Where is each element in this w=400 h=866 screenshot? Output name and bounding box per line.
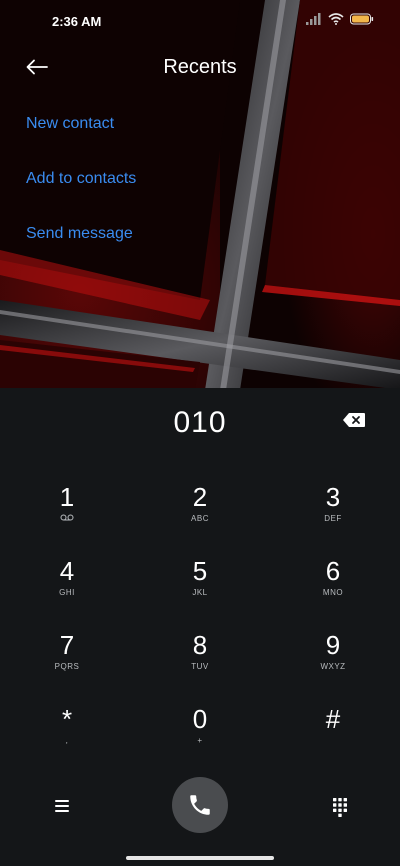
menu-button[interactable]	[50, 794, 74, 818]
key-1[interactable]: 1	[7, 482, 127, 550]
key-9[interactable]: 9 WXYZ	[273, 630, 393, 698]
menu-icon	[55, 800, 69, 812]
key-digit: 8	[192, 630, 208, 660]
key-4[interactable]: 4 GHI	[7, 556, 127, 624]
key-2[interactable]: 2 ABC	[140, 482, 260, 550]
key-5[interactable]: 5 JKL	[140, 556, 260, 624]
key-8[interactable]: 8 TUV	[140, 630, 260, 698]
key-letters: JKL	[192, 588, 208, 597]
key-letters: ABC	[191, 514, 209, 523]
dialer-panel: 010 1 2 ABC 3 DEF 4 GHI 5 JKL 6 MNO 7 PQ…	[0, 388, 400, 866]
dialpad-icon	[333, 798, 347, 817]
status-time: 2:36 AM	[52, 14, 102, 29]
key-letters: MNO	[322, 588, 344, 597]
backspace-icon	[343, 413, 365, 427]
call-button[interactable]	[172, 777, 228, 833]
new-contact-link[interactable]: New contact	[26, 115, 114, 133]
key-6[interactable]: 6 MNO	[273, 556, 393, 624]
key-letters: ,	[65, 736, 69, 745]
key-digit: 6	[325, 556, 341, 586]
key-letters: +	[197, 736, 203, 745]
status-icons	[306, 13, 374, 25]
home-indicator[interactable]	[126, 856, 274, 860]
wifi-icon	[328, 13, 344, 25]
page-title: Recents	[163, 56, 237, 78]
voicemail-icon	[7, 514, 127, 523]
send-message-link[interactable]: Send message	[26, 225, 133, 243]
key-digit: 0	[192, 704, 208, 734]
key-letters: TUV	[191, 662, 209, 671]
header: Recents	[0, 44, 400, 92]
battery-icon	[350, 13, 374, 25]
status-bar: 2:36 AM	[0, 0, 400, 44]
key-letters: DEF	[324, 514, 342, 523]
key-star[interactable]: * ,	[7, 704, 127, 772]
key-digit: 7	[59, 630, 75, 660]
key-3[interactable]: 3 DEF	[273, 482, 393, 550]
key-hash[interactable]: #	[273, 704, 393, 772]
key-digit: #	[325, 704, 341, 734]
dialpad-button[interactable]	[328, 794, 352, 818]
signal-icon	[306, 13, 321, 25]
key-letters: GHI	[59, 588, 75, 597]
key-digit: 9	[325, 630, 341, 660]
phone-icon	[190, 795, 210, 815]
key-digit: 1	[59, 482, 75, 512]
key-digit: 3	[325, 482, 341, 512]
key-letters: PQRS	[54, 662, 80, 671]
key-digit: 2	[192, 482, 208, 512]
dialed-number: 010	[173, 406, 227, 439]
key-letters: WXYZ	[320, 662, 346, 671]
add-to-contacts-link[interactable]: Add to contacts	[26, 170, 136, 188]
backspace-button[interactable]	[342, 412, 370, 434]
key-7[interactable]: 7 PQRS	[7, 630, 127, 698]
key-digit: 5	[192, 556, 208, 586]
key-digit: 4	[59, 556, 75, 586]
key-digit: *	[61, 704, 73, 734]
key-0[interactable]: 0 +	[140, 704, 260, 772]
